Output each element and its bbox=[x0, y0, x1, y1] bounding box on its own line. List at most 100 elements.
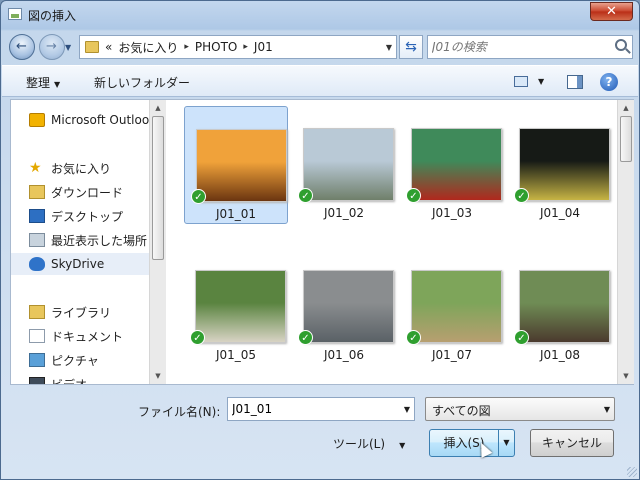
videos-icon bbox=[29, 377, 45, 384]
file-thumbnail[interactable]: ✓ J01_06 bbox=[292, 248, 396, 366]
sidebar-item[interactable]: ダウンロード bbox=[11, 181, 149, 203]
resize-grip[interactable] bbox=[627, 467, 637, 477]
sidebar-item[interactable]: SkyDrive bbox=[11, 253, 149, 275]
breadcrumb: « お気に入り ▸ PHOTO ▸ J01 bbox=[105, 39, 273, 56]
sidebar-item[interactable]: ★ お気に入り bbox=[11, 157, 149, 179]
forward-arrow-icon: → bbox=[46, 39, 57, 54]
file-type-select[interactable]: すべての図 ▼ bbox=[425, 397, 615, 421]
file-thumbnail[interactable]: ✓ J01_04 bbox=[508, 106, 612, 224]
file-thumbnail[interactable]: ✓ J01_05 bbox=[184, 248, 288, 366]
change-view-icon[interactable] bbox=[514, 76, 528, 87]
sync-status-check-icon: ✓ bbox=[191, 189, 206, 204]
dialog-footer: ファイル名(N): ▼ すべての図 ▼ ツール(L) ▼ 挿入(S) ▼ キャンセ… bbox=[1, 387, 639, 479]
refresh-button[interactable]: ⇆ bbox=[399, 35, 423, 59]
sidebar-item-label: Microsoft Outlook bbox=[51, 113, 149, 127]
breadcrumb-favorites[interactable]: お気に入り bbox=[118, 39, 178, 56]
breadcrumb-photo[interactable]: PHOTO bbox=[195, 40, 237, 54]
sidebar-item[interactable]: ピクチャ bbox=[11, 349, 149, 371]
recent-pages-dropdown[interactable]: ▼ bbox=[65, 43, 71, 52]
sidebar-item[interactable]: 最近表示した場所 bbox=[11, 229, 149, 251]
file-name: J01_05 bbox=[215, 348, 257, 362]
scrollbar-thumb[interactable] bbox=[152, 116, 164, 260]
file-list-scrollbar[interactable]: ▲ ▼ bbox=[617, 100, 634, 384]
file-thumbnail[interactable]: ✓ J01_02 bbox=[292, 106, 396, 224]
organize-button[interactable]: 整理 ▼ bbox=[26, 74, 60, 91]
outlook-icon bbox=[29, 113, 45, 127]
filename-label: ファイル名(N): bbox=[138, 405, 221, 419]
chevron-right-icon[interactable]: ▸ bbox=[243, 42, 248, 52]
content-area: Microsoft Outlook ★ お気に入り ダウンロード デスクトップ 最近表示し… bbox=[10, 99, 634, 385]
sidebar-item-label: ドキュメント bbox=[51, 329, 124, 344]
favorites-star-icon: ★ bbox=[29, 160, 42, 176]
forward-button[interactable]: → bbox=[39, 34, 65, 60]
file-thumbnail[interactable] bbox=[508, 366, 612, 384]
preview-pane-icon[interactable] bbox=[567, 75, 583, 89]
filename-field[interactable] bbox=[232, 399, 392, 419]
tools-menu-button[interactable]: ツール(L) ▼ bbox=[333, 435, 405, 452]
photo-thumbnail-image bbox=[303, 128, 394, 201]
chevron-down-icon[interactable]: ▼ bbox=[386, 43, 392, 52]
help-icon[interactable]: ? bbox=[600, 73, 618, 91]
sidebar-item[interactable]: ライブラリ bbox=[11, 301, 149, 323]
address-bar[interactable]: « お気に入り ▸ PHOTO ▸ J01 ▼ bbox=[79, 35, 397, 59]
sync-status-check-icon: ✓ bbox=[298, 330, 313, 345]
scrollbar-thumb[interactable] bbox=[620, 116, 632, 162]
file-thumbnail[interactable]: ✓ J01_08 bbox=[508, 248, 612, 366]
file-thumbnail[interactable]: ✓ J01_07 bbox=[400, 248, 504, 366]
sync-status-check-icon: ✓ bbox=[514, 330, 529, 345]
file-name: J01_07 bbox=[431, 348, 473, 362]
sidebar-item[interactable]: ドキュメント bbox=[11, 325, 149, 347]
navigation-pane: Microsoft Outlook ★ お気に入り ダウンロード デスクトップ 最近表示し… bbox=[11, 100, 149, 384]
cancel-button[interactable]: キャンセル bbox=[530, 429, 614, 457]
file-thumbnail[interactable]: ✓ J01_03 bbox=[400, 106, 504, 224]
sync-status-check-icon: ✓ bbox=[190, 330, 205, 345]
scroll-up-icon[interactable]: ▲ bbox=[618, 100, 634, 116]
back-button[interactable]: ← bbox=[9, 34, 35, 60]
picture-icon bbox=[8, 8, 22, 20]
file-name: J01_06 bbox=[323, 348, 365, 362]
photo-thumbnail-image bbox=[519, 270, 610, 343]
libraries-icon bbox=[29, 305, 45, 319]
downloads-icon bbox=[29, 185, 45, 199]
file-thumbnail[interactable] bbox=[292, 366, 396, 384]
file-name: J01_02 bbox=[323, 206, 365, 220]
sidebar-item[interactable]: デスクトップ bbox=[11, 205, 149, 227]
search-input[interactable] bbox=[432, 37, 612, 57]
search-icon[interactable] bbox=[615, 39, 627, 51]
sidebar-item[interactable]: Microsoft Outlook bbox=[11, 109, 149, 131]
view-options-dropdown[interactable]: ▼ bbox=[538, 77, 544, 86]
sidebar-item[interactable]: ビデオ bbox=[11, 373, 149, 384]
sidebar-item-label: ライブラリ bbox=[51, 305, 112, 320]
chevron-down-icon: ▼ bbox=[54, 80, 61, 89]
window-title: 図の挿入 bbox=[28, 9, 77, 23]
insert-picture-dialog: 図の挿入 ✕ ← → ▼ « お気に入り ▸ PHOTO ▸ J01 ▼ ⇆ 整… bbox=[0, 0, 640, 480]
chevron-right-icon[interactable]: ▸ bbox=[184, 42, 189, 52]
scroll-up-icon[interactable]: ▲ bbox=[150, 100, 166, 116]
file-name: J01_03 bbox=[431, 206, 473, 220]
command-bar: 整理 ▼ 新しいフォルダー ▼ ? bbox=[2, 65, 638, 97]
search-box[interactable] bbox=[427, 35, 633, 59]
new-folder-button[interactable]: 新しいフォルダー bbox=[94, 74, 190, 91]
file-name: J01_08 bbox=[539, 348, 581, 362]
chevron-down-icon[interactable]: ▼ bbox=[404, 405, 410, 414]
file-thumbnail[interactable] bbox=[400, 366, 504, 384]
sidebar-item-label: ピクチャ bbox=[51, 353, 99, 368]
organize-label: 整理 bbox=[26, 76, 51, 90]
close-button[interactable]: ✕ bbox=[590, 2, 633, 21]
scroll-down-icon[interactable]: ▼ bbox=[150, 368, 166, 384]
skydrive-cloud-icon bbox=[29, 257, 45, 271]
documents-icon bbox=[29, 329, 45, 343]
breadcrumb-overflow[interactable]: « bbox=[105, 40, 112, 54]
file-name: J01_01 bbox=[215, 207, 257, 221]
insert-button[interactable]: 挿入(S) ▼ bbox=[429, 429, 515, 457]
desktop-icon bbox=[29, 209, 45, 223]
insert-options-dropdown[interactable]: ▼ bbox=[498, 430, 514, 456]
file-thumbnail[interactable] bbox=[184, 366, 288, 384]
file-thumbnail[interactable]: ✓ J01_01 bbox=[184, 106, 288, 224]
scroll-down-icon[interactable]: ▼ bbox=[618, 368, 634, 384]
breadcrumb-j01[interactable]: J01 bbox=[254, 40, 273, 54]
pictures-icon bbox=[29, 353, 45, 367]
filename-combobox[interactable]: ▼ bbox=[227, 397, 415, 421]
sidebar-scrollbar[interactable]: ▲ ▼ bbox=[149, 100, 166, 384]
photo-thumbnail-image bbox=[196, 129, 287, 202]
